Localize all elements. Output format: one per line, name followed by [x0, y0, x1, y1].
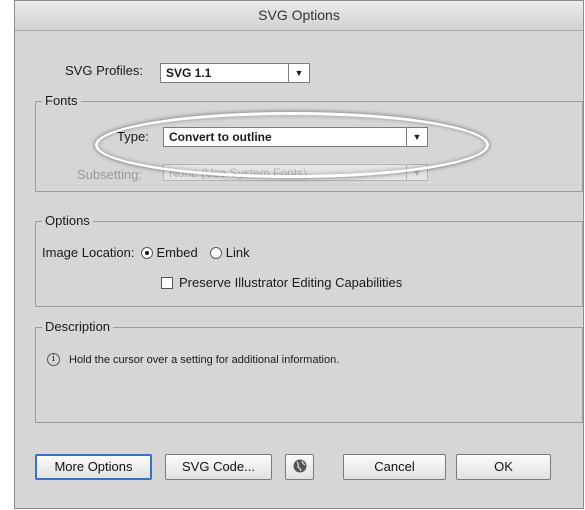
ok-button[interactable]: OK	[456, 454, 551, 480]
svg-options-dialog: SVG Options SVG Profiles: SVG 1.1 ▼ Font…	[14, 0, 584, 509]
font-type-dropdown[interactable]: Convert to outline ▼	[163, 127, 428, 147]
subsetting-value: None (Use System Fonts)	[169, 165, 308, 180]
profiles-label: SVG Profiles:	[65, 63, 144, 78]
type-label: Type:	[117, 129, 149, 144]
cancel-button[interactable]: Cancel	[343, 454, 446, 480]
font-type-value: Convert to outline	[169, 130, 272, 144]
options-group: Options	[35, 213, 583, 307]
description-row: i Hold the cursor over a setting for add…	[47, 353, 339, 366]
chevron-down-icon: ▼	[412, 132, 422, 142]
embed-label: Embed	[156, 245, 198, 260]
description-legend: Description	[42, 319, 114, 334]
image-location-row: Image Location: Embed Link	[42, 245, 250, 260]
type-row: Type:	[117, 129, 149, 144]
link-label: Link	[225, 245, 250, 260]
preserve-checkbox[interactable]	[161, 276, 173, 289]
radio-selected-icon	[140, 246, 153, 259]
link-radio[interactable]: Link	[209, 245, 250, 260]
browser-preview-button[interactable]	[285, 454, 314, 480]
options-legend: Options	[42, 213, 93, 228]
dialog-title: SVG Options	[15, 1, 583, 31]
profiles-row: SVG Profiles:	[65, 63, 143, 78]
preserve-label: Preserve Illustrator Editing Capabilitie…	[179, 275, 403, 290]
embed-radio[interactable]: Embed	[140, 245, 198, 260]
image-location-label: Image Location:	[42, 245, 135, 260]
subsetting-row: Subsetting:	[77, 167, 142, 182]
more-options-button[interactable]: More Options	[35, 454, 152, 480]
description-text: Hold the cursor over a setting for addit…	[69, 353, 340, 366]
chevron-down-icon: ▼	[412, 167, 422, 178]
globe-icon	[293, 459, 306, 473]
description-group: Description	[35, 319, 583, 423]
chevron-down-icon: ▼	[294, 68, 304, 78]
preserve-checkbox-row[interactable]: Preserve Illustrator Editing Capabilitie…	[161, 275, 402, 290]
radio-unselected-icon	[209, 246, 222, 259]
fonts-legend: Fonts	[42, 93, 81, 108]
svg-code-button[interactable]: SVG Code...	[165, 454, 272, 480]
subsetting-label: Subsetting:	[77, 167, 143, 182]
profiles-value: SVG 1.1	[166, 66, 212, 80]
svg-profiles-dropdown[interactable]: SVG 1.1 ▼	[160, 63, 310, 83]
font-subsetting-dropdown[interactable]: None (Use System Fonts) ▼	[163, 164, 428, 181]
info-icon: i	[47, 353, 60, 366]
